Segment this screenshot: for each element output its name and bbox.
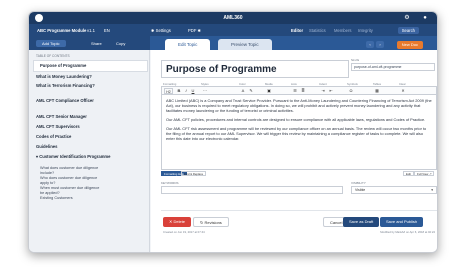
gear-icon[interactable]: ⚙ (403, 14, 411, 22)
toc-subitem[interactable]: Existing Customers (40, 196, 144, 201)
nav-integrity[interactable]: Integrity (358, 28, 373, 33)
share-button[interactable]: Share (91, 41, 102, 46)
nav-statistics[interactable]: Statistics (309, 28, 326, 33)
settings-link[interactable]: ✱ Settings (151, 28, 171, 33)
edit-button[interactable]: Edit (403, 171, 414, 176)
save-publish-button[interactable]: Save and Publish (380, 217, 424, 227)
text-color-icon[interactable]: A (240, 88, 246, 94)
delete-button[interactable]: ✕ Delete (163, 217, 192, 227)
visibility-value: Visible (355, 188, 366, 192)
clear-format-icon[interactable]: ✕ (400, 88, 406, 94)
content-editor[interactable]: ABC Limited (ABC) is a Company and Trust… (161, 95, 437, 170)
created-timestamp: Created on Jun 19, 2017 at 07:44 (163, 230, 205, 234)
slug-label: SLUG (351, 58, 360, 62)
copy-button[interactable]: Copy (116, 41, 125, 46)
symbol-icon[interactable]: Ω (348, 88, 354, 94)
new-doc-button[interactable]: New Doc (396, 40, 423, 49)
paragraph: ABC Limited (ABC) is a Company and Trust… (166, 98, 432, 113)
toc-item-compliance-officer[interactable]: AML CFT Compliance Officer (36, 98, 106, 104)
toc-title: TABLE OF CONTENTS (36, 54, 70, 58)
toc-subitem[interactable]: What does customer due diligence include… (40, 166, 102, 176)
highlight-icon[interactable]: ✎ (248, 88, 254, 94)
module-name[interactable]: ABC Programme Module (37, 28, 86, 33)
app-window: AML360 ⚙ ● ABC Programme Module v1.1 EN … (28, 11, 438, 253)
topic-title-input[interactable]: Purpose of Programme (161, 60, 349, 78)
underline-icon[interactable]: U (190, 88, 196, 94)
bold-icon[interactable]: B (176, 88, 182, 94)
rich-text-toolbar: H2 B I U ⋯ A ✎ ▣ ☰ ≣ ⇥ ⇤ Ω ▦ ✕ (161, 86, 437, 95)
nav-members[interactable]: Members (334, 28, 351, 33)
action-bar: ✕ Delete ↻ Revisions Cancel Save as Draf… (161, 210, 437, 240)
tab-edit-topic[interactable]: Edit Topic (165, 39, 211, 50)
indent-icon[interactable]: ⇥ (320, 88, 326, 94)
user-avatar-icon[interactable]: ● (421, 14, 429, 22)
italic-icon[interactable]: I (183, 88, 189, 94)
next-topic-button[interactable]: › (376, 41, 384, 48)
prev-topic-button[interactable]: ‹ (366, 41, 374, 48)
table-icon[interactable]: ▦ (374, 88, 380, 94)
tab-preview-topic[interactable]: Preview Topic (218, 39, 272, 50)
toc-item-terrorism-financing[interactable]: What is Terrorism Financing? (36, 83, 106, 89)
toc-subitem[interactable]: When must customer due diligence be appl… (40, 186, 102, 196)
add-topic-button[interactable]: Add Topic (36, 40, 66, 47)
save-draft-button[interactable]: Save as Draft (343, 217, 380, 227)
toc-item-customer-identification[interactable]: ▾ Customer Identification Programme (36, 154, 116, 160)
page: AML360 ⚙ ● ABC Programme Module v1.1 EN … (0, 0, 465, 276)
outdent-icon[interactable]: ⇤ (328, 88, 334, 94)
toc-item-supervisors[interactable]: AML CFT Supervisors (36, 124, 146, 130)
visibility-select[interactable]: Visible ▾ (351, 186, 437, 194)
image-icon[interactable]: ▣ (266, 88, 272, 94)
pdf-link[interactable]: PDF ✱ (188, 28, 201, 33)
module-nav-bar: ABC Programme Module v1.1 EN ✱ Settings … (29, 24, 437, 36)
keywords-input[interactable] (161, 186, 343, 194)
toc-subitem[interactable]: Who does customer due diligence apply to… (40, 176, 102, 186)
heading-select[interactable]: H2 (164, 88, 173, 94)
full-view-button[interactable]: Full View ↗ (414, 171, 435, 176)
search-button[interactable]: Search (397, 26, 419, 34)
language-selector[interactable]: EN (104, 28, 110, 33)
numbered-list-icon[interactable]: ≣ (300, 88, 306, 94)
top-bar: AML360 ⚙ ● (29, 12, 437, 24)
revisions-button[interactable]: ↻ Revisions (193, 217, 229, 227)
table-of-contents: TABLE OF CONTENTS Purpose of Programme W… (29, 50, 150, 252)
more-styles-icon[interactable]: ⋯ (202, 88, 208, 94)
toc-item-senior-manager[interactable]: AML CFT Senior Manager (36, 114, 146, 120)
brand-title: AML360 (223, 15, 243, 21)
topic-editor: Purpose of Programme SLUG purpose-of-aml… (151, 50, 437, 252)
toc-item-guidelines[interactable]: Guidelines (36, 144, 146, 150)
chevron-down-icon: ▾ (431, 188, 433, 192)
nav-editor[interactable]: Editor (291, 28, 303, 33)
paragraph: Our AML CFT risk assessment and programm… (166, 126, 427, 141)
bullet-list-icon[interactable]: ☰ (292, 88, 298, 94)
modified-timestamp: Modified by MarkAZ on Apr 6, 2018 at 02:… (380, 230, 435, 234)
app-logo-icon[interactable] (35, 14, 43, 22)
toc-item-codes-of-practice[interactable]: Codes of Practice (36, 134, 146, 140)
keywords-label: KEYWORDS (161, 181, 179, 185)
paragraph: Our AML CFT policies, procedures and int… (166, 117, 426, 122)
find-replace-button[interactable]: Find & Replace (181, 171, 207, 176)
toc-item-money-laundering[interactable]: What is Money Laundering? (36, 74, 146, 80)
slug-input[interactable]: purpose-of-aml-cft-programme (351, 63, 435, 71)
toc-item-purpose[interactable]: Purpose of Programme (33, 60, 148, 72)
version-label[interactable]: v1.1 (87, 28, 95, 33)
visibility-label: VISIBILITY (351, 181, 366, 185)
